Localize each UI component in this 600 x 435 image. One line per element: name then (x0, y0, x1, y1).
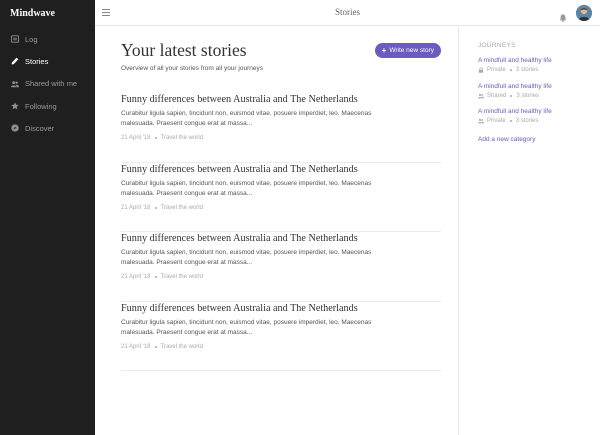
story-date: 21 April '18 (121, 135, 151, 141)
sidebar-item-following[interactable]: Following (0, 95, 95, 117)
page-subtitle: Overview of all your stories from all yo… (121, 65, 263, 72)
journey-visibility: Private (487, 118, 506, 125)
journey-item[interactable]: A mindfull and healthy life Shared 3 sto… (478, 83, 595, 109)
plus-icon: + (381, 45, 387, 55)
brand-logo[interactable]: Mindwave (0, 0, 95, 27)
journey-title[interactable]: A mindfull and healthy life (478, 83, 595, 90)
story-meta: 21 April '18 Travel the world (121, 274, 441, 280)
journey-count: 3 stories (515, 67, 539, 73)
main-content: Your latest stories Overview of all your… (95, 27, 458, 435)
story-title[interactable]: Funny differences between Australia and … (121, 163, 441, 175)
sidebar: Mindwave Log Stories Shared with me Foll… (0, 0, 95, 435)
sidebar-item-log[interactable]: Log (0, 28, 95, 50)
main-header: Your latest stories Overview of all your… (121, 40, 441, 72)
story-excerpt: Curabitur ligula sapien, tincidunt non, … (121, 110, 372, 127)
pencil-icon (10, 57, 19, 66)
story-journey: Travel the world (160, 343, 203, 350)
add-category-link[interactable]: Add a new category (478, 136, 535, 143)
journey-item[interactable]: A mindfull and healthy life Private 3 st… (478, 57, 595, 83)
journey-list: A mindfull and healthy life Private 3 st… (478, 57, 595, 134)
journey-meta: Private 3 stories (478, 67, 595, 73)
journey-count: 3 stories (515, 118, 539, 125)
sidebar-item-label: Following (25, 101, 57, 111)
users-icon (10, 79, 19, 88)
top-bar: Stories (95, 0, 600, 26)
avatar[interactable] (576, 5, 592, 21)
sidebar-item-label: Stories (25, 56, 49, 66)
story-meta: 21 April '18 Travel the world (121, 344, 441, 350)
journey-visibility: Shared (487, 92, 507, 99)
dot-separator (509, 120, 512, 123)
story-meta: 21 April '18 Travel the world (121, 135, 441, 141)
users-icon (478, 93, 484, 98)
journey-meta: Shared 3 stories (478, 93, 595, 99)
users-icon (478, 119, 484, 124)
story-journey: Travel the world (160, 135, 203, 141)
journeys-panel: JOURNEYS A mindfull and healthy life Pri… (458, 27, 600, 435)
story-title[interactable]: Funny differences between Australia and … (121, 93, 441, 105)
story-list: Funny differences between Australia and … (121, 93, 441, 371)
dot-separator (154, 206, 157, 209)
story-journey: Travel the world (160, 274, 203, 280)
journey-visibility: Private (487, 67, 506, 73)
story-date: 21 April '18 (121, 274, 151, 280)
dot-separator (509, 69, 512, 71)
sidebar-item-stories[interactable]: Stories (0, 50, 95, 72)
bell-icon[interactable] (559, 9, 567, 22)
sidebar-nav: Log Stories Shared with me Following Dis… (0, 28, 95, 139)
dot-separator (154, 345, 157, 348)
story-excerpt: Curabitur ligula sapien, tincidunt non, … (121, 179, 372, 197)
compass-icon (10, 124, 19, 133)
sidebar-item-shared[interactable]: Shared with me (0, 73, 95, 95)
journey-count: 3 stories (516, 92, 540, 99)
sidebar-item-label: Log (25, 34, 38, 44)
log-icon (10, 35, 19, 44)
write-new-story-button[interactable]: + Write new story (374, 43, 441, 58)
star-icon (10, 102, 19, 111)
story-journey: Travel the world (160, 204, 203, 211)
journey-title[interactable]: A mindfull and healthy life (478, 108, 595, 115)
story-title[interactable]: Funny differences between Australia and … (121, 232, 441, 244)
story-item[interactable]: Funny differences between Australia and … (121, 232, 441, 302)
story-title[interactable]: Funny differences between Australia and … (121, 302, 441, 314)
sidebar-item-discover[interactable]: Discover (0, 117, 95, 139)
dot-separator (154, 137, 157, 139)
story-item[interactable]: Funny differences between Australia and … (121, 93, 441, 163)
journeys-heading: JOURNEYS (478, 42, 516, 49)
story-item[interactable]: Funny differences between Australia and … (121, 302, 441, 371)
journey-title[interactable]: A mindfull and healthy life (478, 57, 595, 64)
page-header-title: Stories (334, 7, 360, 17)
dot-separator (154, 276, 157, 278)
write-new-story-label: Write new story (389, 47, 434, 54)
story-item[interactable]: Funny differences between Australia and … (121, 163, 441, 232)
dot-separator (510, 94, 513, 97)
journey-meta: Private 3 stories (478, 118, 595, 124)
story-date: 21 April '18 (121, 343, 151, 350)
sidebar-item-label: Discover (25, 123, 55, 133)
story-date: 21 April '18 (121, 204, 151, 211)
story-excerpt: Curabitur ligula sapien, tincidunt non, … (121, 318, 372, 336)
journey-item[interactable]: A mindfull and healthy life Private 3 st… (478, 108, 595, 134)
sidebar-item-label: Shared with me (25, 79, 78, 89)
story-meta: 21 April '18 Travel the world (121, 205, 441, 211)
lock-icon (478, 67, 484, 73)
story-excerpt: Curabitur ligula sapien, tincidunt non, … (121, 249, 372, 266)
